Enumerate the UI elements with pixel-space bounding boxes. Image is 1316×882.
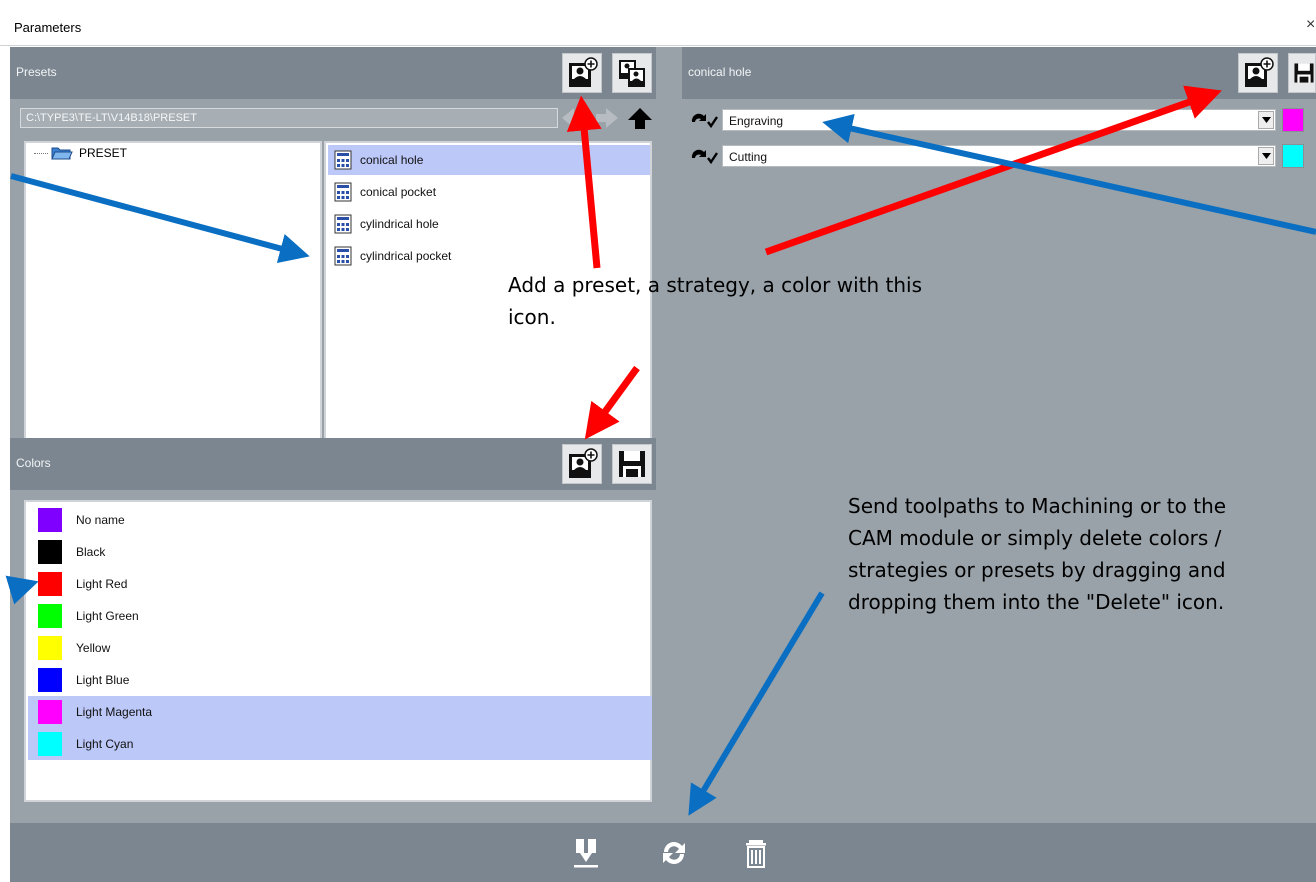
parameters-panel: Presets C:\TYPE3\TE-LT\V14B18\PRESET PRE… bbox=[10, 47, 1316, 882]
color-swatch bbox=[38, 540, 62, 564]
color-label: Light Blue bbox=[76, 673, 130, 687]
window-title: Parameters bbox=[14, 20, 82, 35]
list-item[interactable]: Light Red bbox=[28, 568, 652, 600]
add-color-button[interactable] bbox=[562, 444, 602, 484]
forward-arrow-icon[interactable] bbox=[596, 108, 618, 128]
tree-item-label: PRESET bbox=[79, 146, 128, 160]
list-item-label: conical hole bbox=[360, 153, 424, 167]
colors-header-label: Colors bbox=[16, 456, 51, 470]
delete-trash-icon[interactable] bbox=[740, 837, 772, 869]
list-item[interactable]: Light Blue bbox=[28, 664, 652, 696]
color-label: Light Magenta bbox=[76, 705, 153, 719]
copy-preset-button[interactable] bbox=[612, 53, 652, 93]
preset-folder-tree[interactable]: PRESET bbox=[24, 141, 322, 479]
copy-preset-icon bbox=[619, 60, 645, 87]
send-to-machining-icon[interactable] bbox=[570, 837, 602, 869]
back-arrow-icon[interactable] bbox=[562, 108, 584, 128]
color-label: No name bbox=[76, 513, 125, 527]
color-swatch bbox=[38, 572, 62, 596]
bottom-toolbar bbox=[10, 823, 1316, 882]
add-preset-icon bbox=[1245, 57, 1274, 87]
strategy-select-value: Engraving bbox=[729, 114, 784, 128]
strategy-color-swatch[interactable] bbox=[1282, 108, 1304, 132]
list-item[interactable]: Light Green bbox=[28, 600, 652, 632]
strategy-color-swatch[interactable] bbox=[1282, 144, 1304, 168]
list-item[interactable]: conical pocket bbox=[328, 177, 650, 207]
list-item[interactable]: cylindrical hole bbox=[328, 209, 650, 239]
color-swatch bbox=[38, 604, 62, 628]
preset-file-icon bbox=[334, 214, 352, 234]
add-strategy-button[interactable] bbox=[1238, 53, 1278, 93]
presets-header: Presets bbox=[10, 47, 656, 99]
colors-header: Colors bbox=[10, 438, 656, 490]
close-icon[interactable]: × bbox=[1306, 16, 1316, 34]
save-strategy-button[interactable] bbox=[1288, 53, 1316, 93]
color-swatch bbox=[38, 508, 62, 532]
chevron-down-icon[interactable] bbox=[1258, 111, 1274, 129]
preset-file-icon bbox=[334, 150, 352, 170]
list-item-label: cylindrical hole bbox=[360, 217, 439, 231]
list-item[interactable]: conical hole bbox=[328, 145, 650, 175]
add-preset-icon bbox=[569, 448, 598, 478]
preset-path-field[interactable]: C:\TYPE3\TE-LT\V14B18\PRESET bbox=[20, 108, 558, 128]
list-item[interactable]: No name bbox=[28, 504, 652, 536]
tree-item-preset[interactable]: PRESET bbox=[34, 146, 127, 160]
preset-file-icon bbox=[334, 182, 352, 202]
presets-header-label: Presets bbox=[16, 65, 57, 79]
color-label: Light Red bbox=[76, 577, 128, 591]
list-item-label: conical pocket bbox=[360, 185, 437, 199]
add-preset-icon bbox=[569, 57, 598, 87]
color-swatch bbox=[38, 732, 62, 756]
up-arrow-icon[interactable] bbox=[628, 108, 652, 129]
list-item[interactable]: Yellow bbox=[28, 632, 652, 664]
color-label: Light Cyan bbox=[76, 737, 134, 751]
color-label: Black bbox=[76, 545, 106, 559]
strategy-header-label: conical hole bbox=[688, 65, 752, 79]
color-swatch bbox=[38, 700, 62, 724]
save-icon bbox=[619, 451, 645, 477]
chevron-down-icon[interactable] bbox=[1258, 147, 1274, 165]
refresh-icon[interactable] bbox=[658, 837, 690, 869]
list-item[interactable]: Black bbox=[28, 536, 652, 568]
color-label: Light Green bbox=[76, 609, 139, 623]
folder-icon bbox=[51, 147, 73, 160]
preset-file-icon bbox=[334, 246, 352, 266]
strategy-header: conical hole bbox=[682, 47, 1316, 99]
strategy-select-engraving[interactable]: Engraving bbox=[722, 109, 1276, 131]
list-item[interactable]: cylindrical pocket bbox=[328, 241, 650, 271]
navigation-arrows bbox=[562, 108, 652, 129]
title-bar: Parameters × bbox=[0, 0, 1316, 46]
color-swatch bbox=[38, 668, 62, 692]
colors-list[interactable]: No name Black Light Red Light Green Yell… bbox=[24, 500, 652, 802]
add-preset-button[interactable] bbox=[562, 53, 602, 93]
color-label: Yellow bbox=[76, 641, 111, 655]
add-icon-callout: Add a preset, a strategy, a color with t… bbox=[508, 273, 923, 329]
save-colors-button[interactable] bbox=[612, 444, 652, 484]
list-item-label: cylindrical pocket bbox=[360, 249, 452, 263]
list-item[interactable]: Light Cyan bbox=[28, 728, 652, 760]
list-item[interactable]: Light Magenta bbox=[28, 696, 652, 728]
strategy-refresh-icon[interactable] bbox=[688, 146, 718, 166]
color-swatch bbox=[38, 636, 62, 660]
strategy-select-value: Cutting bbox=[729, 150, 768, 164]
strategy-row[interactable]: Engraving bbox=[688, 108, 1308, 132]
strategy-row[interactable]: Cutting bbox=[688, 144, 1308, 168]
send-delete-callout: Send toolpaths to Machining or to the CA… bbox=[848, 494, 1227, 614]
strategy-select-cutting[interactable]: Cutting bbox=[722, 145, 1276, 167]
save-icon bbox=[1294, 63, 1314, 83]
strategy-refresh-icon[interactable] bbox=[688, 110, 718, 130]
